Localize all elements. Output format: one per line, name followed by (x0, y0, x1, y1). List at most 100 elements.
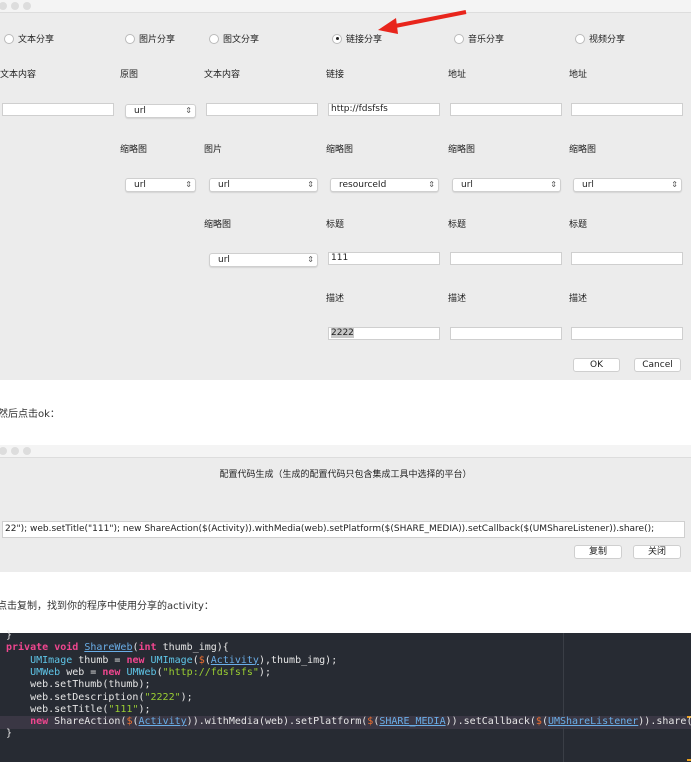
field-label: 标题 (326, 220, 345, 230)
field-label: 地址 (448, 70, 467, 80)
instruction-text-1: 然后点击ok： (0, 409, 60, 420)
title-bar (0, 445, 691, 458)
code-line: web.setThumb(thumb); (6, 679, 151, 691)
field-label: 描述 (326, 294, 345, 304)
radio-label: 文本分享 (18, 35, 55, 45)
select-dropdown[interactable]: url ⇕ (209, 178, 318, 192)
select-value: resourceId (339, 180, 387, 190)
code-line: UMImage thumb = new UMImage($(Activity),… (30, 654, 338, 666)
radio-share-type[interactable]: 图文分享 (209, 32, 259, 45)
select-value: url (582, 180, 594, 190)
text-input[interactable] (571, 327, 683, 340)
select-value: url (218, 180, 230, 190)
code-line: web.setDescription("2222"); (6, 691, 193, 703)
code-line: UMWeb web = new UMWeb("http://fdsfsfs"); (30, 666, 271, 678)
maximize-window-button[interactable] (23, 2, 31, 10)
radio-button[interactable] (454, 33, 464, 44)
share-config-window: OK Cancel 文本分享文本内容 图片分享原图 url ⇕ 缩略图 url ⇕ 图文分享文… (0, 0, 691, 380)
code-line: private void ShareWeb(int thumb_img){ (6, 642, 229, 654)
select-dropdown[interactable]: resourceId ⇕ (330, 178, 439, 192)
field-label: 文本内容 (204, 70, 241, 80)
radio-label: 链接分享 (346, 35, 383, 45)
field-label: 原图 (120, 70, 139, 80)
field-label: 缩略图 (204, 220, 232, 230)
field-label: 文本内容 (0, 70, 37, 80)
select-value: url (218, 255, 230, 265)
minimize-window-button[interactable] (11, 2, 19, 10)
text-input[interactable] (450, 327, 562, 340)
chevron-updown-icon: ⇕ (671, 180, 678, 189)
select-value: url (134, 106, 146, 116)
select-value: url (134, 180, 146, 190)
chevron-updown-icon: ⇕ (185, 106, 192, 115)
radio-label: 音乐分享 (468, 35, 505, 45)
radio-label: 视频分享 (589, 35, 626, 45)
radio-label: 图片分享 (139, 35, 176, 45)
text-input[interactable] (206, 103, 318, 116)
input-value: http://fdsfsfs (331, 104, 388, 114)
field-label: 链接 (326, 70, 345, 80)
select-dropdown[interactable]: url ⇕ (125, 104, 196, 118)
title-bar (0, 0, 691, 13)
field-label: 描述 (569, 294, 588, 304)
chevron-updown-icon: ⇕ (307, 180, 314, 189)
input-value: 111 (331, 253, 349, 263)
text-input[interactable] (2, 103, 114, 116)
chevron-updown-icon: ⇕ (307, 255, 314, 264)
field-label: 描述 (448, 294, 467, 304)
text-input[interactable]: http://fdsfsfs (328, 103, 440, 116)
minimize-window-button[interactable] (11, 447, 19, 455)
radio-label: 图文分享 (223, 35, 260, 45)
radio-share-type[interactable]: 图片分享 (125, 32, 175, 45)
select-value: url (461, 180, 473, 190)
text-input[interactable]: 2222 (328, 327, 440, 340)
field-label: 缩略图 (326, 145, 354, 155)
text-input[interactable] (571, 103, 683, 116)
radio-button[interactable] (332, 33, 342, 44)
code-line: } (6, 630, 13, 641)
instruction-text-2: 点击复制，找到你的程序中使用分享的activity： (0, 601, 214, 612)
field-label: 缩略图 (448, 145, 476, 155)
radio-button[interactable] (575, 33, 585, 44)
field-label: 标题 (569, 220, 588, 230)
text-input[interactable]: 111 (328, 252, 440, 265)
generated-code-field[interactable]: 22"); web.setTitle("111"); new ShareActi… (2, 521, 685, 538)
field-label: 缩略图 (569, 145, 597, 155)
maximize-window-button[interactable] (23, 447, 31, 455)
select-dropdown[interactable]: url ⇕ (452, 178, 561, 192)
select-dropdown[interactable]: url ⇕ (125, 178, 196, 192)
radio-share-type[interactable]: 音乐分享 (454, 32, 504, 45)
chevron-updown-icon: ⇕ (428, 180, 435, 189)
cancel-button[interactable]: Cancel (634, 358, 681, 372)
close-button[interactable]: 关闭 (633, 545, 681, 559)
radio-share-type[interactable]: 视频分享 (575, 32, 625, 45)
code-editor: } private void ShareWeb(int thumb_img){ U… (0, 630, 691, 762)
chevron-updown-icon: ⇕ (550, 180, 557, 189)
copy-button[interactable]: 复制 (574, 545, 622, 559)
select-dropdown[interactable]: url ⇕ (209, 253, 318, 267)
code-line: web.setTitle("111"); (6, 703, 151, 715)
code-generation-window: 配置代码生成（生成的配置代码只包含集成工具中选择的平台） 22"); web.s… (0, 445, 691, 572)
radio-button[interactable] (209, 33, 219, 44)
dialog-title: 配置代码生成（生成的配置代码只包含集成工具中选择的平台） (219, 470, 472, 480)
close-window-button[interactable] (0, 2, 7, 10)
text-input[interactable] (450, 103, 562, 116)
field-label: 标题 (448, 220, 467, 230)
close-window-button[interactable] (0, 447, 7, 455)
field-label: 缩略图 (120, 145, 148, 155)
text-input[interactable] (571, 252, 683, 265)
input-value: 2222 (331, 328, 354, 338)
code-line: } (6, 728, 13, 740)
ok-button[interactable]: OK (573, 358, 620, 372)
chevron-updown-icon: ⇕ (185, 180, 192, 189)
radio-button[interactable] (125, 33, 135, 44)
right-margin-line (563, 633, 564, 762)
text-input[interactable] (450, 252, 562, 265)
radio-button[interactable] (4, 33, 14, 44)
field-label: 图片 (204, 145, 223, 155)
radio-share-type[interactable]: 链接分享 (332, 32, 382, 45)
code-line: new ShareAction($(Activity)).withMedia(w… (30, 716, 691, 728)
field-label: 地址 (569, 70, 588, 80)
radio-share-type[interactable]: 文本分享 (4, 32, 54, 45)
select-dropdown[interactable]: url ⇕ (573, 178, 682, 192)
